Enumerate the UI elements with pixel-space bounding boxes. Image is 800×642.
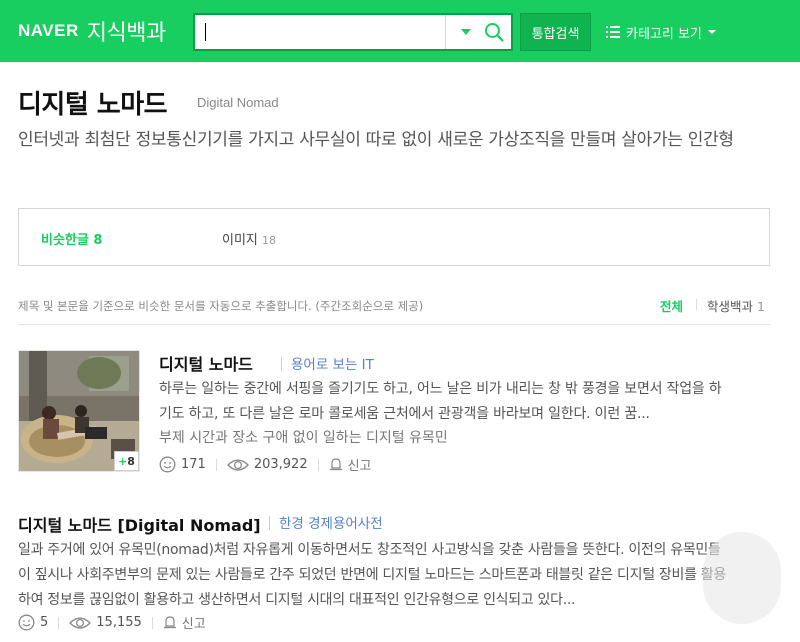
total-search-button[interactable]: 통합검색 — [520, 13, 591, 51]
naver-logo[interactable]: NAVER 지식백과 — [18, 16, 166, 46]
dropdown-arrow-icon[interactable] — [461, 29, 471, 35]
like-count: 171 — [181, 457, 206, 472]
list-icon — [606, 26, 620, 38]
eye-icon — [69, 616, 92, 629]
like-count: 5 — [40, 615, 49, 630]
tab-label: 비슷한글 — [41, 233, 89, 248]
eye-icon — [226, 458, 249, 471]
report-bell-icon — [163, 616, 176, 629]
smile-icon[interactable] — [18, 614, 35, 631]
text-cursor — [205, 23, 206, 41]
category-label: 카테고리 보기 — [626, 26, 702, 42]
result-meta: 5 15,155 신고 — [18, 613, 206, 632]
page-title: 디지털 노마드 — [18, 90, 168, 120]
result-extra-line: 부제 시간과 장소 구애 없이 일하는 디지털 유목민 — [159, 430, 448, 446]
filter-student-label: 학생백과 — [707, 299, 754, 314]
result-snippet[interactable]: 하루는 일하는 중간에 서핑을 즐기기도 하고, 어느 날은 비가 내리는 창 … — [159, 377, 724, 427]
result-source-link[interactable]: 한경 경제용어사전 — [269, 512, 383, 532]
search-input[interactable] — [201, 19, 441, 45]
search-divider — [445, 15, 446, 49]
filter-student-link[interactable]: 학생백과 1 — [707, 296, 765, 315]
caret-down-icon — [707, 30, 716, 34]
result-title[interactable]: 디지털 노마드 [Digital Nomad] — [18, 512, 261, 536]
smile-icon[interactable] — [159, 456, 176, 473]
entry-description: 인터넷과 최첨단 정보통신기기를 가지고 사무실이 따로 없이 새로운 가상조직… — [18, 130, 734, 150]
filter-info-text: 제목 및 본문을 기준으로 비슷한 문서를 자동으로 추출합니다. (주간조회순… — [18, 299, 424, 313]
filter-student-count: 1 — [757, 299, 765, 314]
tab-similar-articles[interactable]: 비슷한글 8 — [41, 229, 102, 248]
search-box — [193, 13, 513, 51]
result-title[interactable]: 디지털 노마드 — [159, 351, 253, 375]
logo-service-name: 지식백과 — [86, 21, 166, 46]
search-icon[interactable] — [483, 21, 505, 43]
filter-divider — [696, 299, 697, 310]
source-divider — [269, 516, 270, 530]
result-meta: 171 203,922 신고 — [159, 455, 372, 474]
tab-count: 8 — [93, 233, 103, 248]
divider-line — [18, 324, 770, 325]
top-header: NAVER 지식백과 통합검색 카테고리 보기 — [0, 0, 800, 62]
view-count: 203,922 — [253, 457, 308, 472]
category-view-button[interactable]: 카테고리 보기 — [606, 13, 716, 51]
result-source-link[interactable]: 용어로 보는 IT — [281, 353, 374, 373]
logo-naver: NAVER — [18, 21, 79, 40]
view-count: 15,155 — [96, 615, 142, 630]
image-count-badge: +8 — [114, 451, 139, 471]
filter-all-link[interactable]: 전체 — [660, 296, 683, 315]
result-snippet[interactable]: 일과 주거에 있어 유목민(nomad)처럼 자유롭게 이동하면서도 창조적인 … — [18, 538, 730, 613]
result-thumbnail[interactable]: +8 — [18, 350, 140, 472]
tab-images[interactable]: 이미지 18 — [222, 229, 276, 248]
report-bell-icon — [329, 458, 342, 471]
tab-bar: 비슷한글 8 이미지 18 — [18, 208, 770, 266]
tab-label: 이미지 — [222, 233, 258, 248]
page-subtitle: Digital Nomad — [197, 95, 279, 110]
source-divider — [281, 357, 282, 371]
watermark-overlay — [703, 532, 781, 624]
tab-count: 18 — [262, 234, 277, 247]
report-link[interactable]: 신고 — [182, 613, 206, 632]
report-link[interactable]: 신고 — [348, 455, 372, 474]
